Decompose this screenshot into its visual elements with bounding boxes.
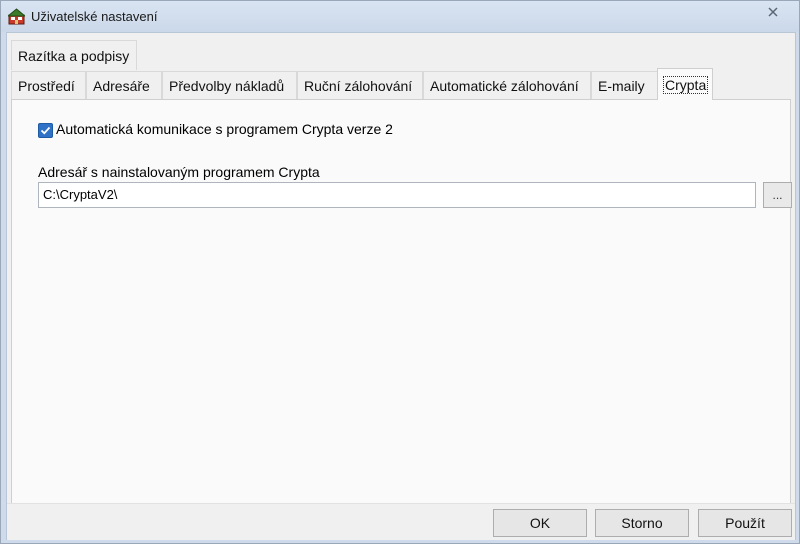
- dialog-client-area: Razítka a podpisy Prostředí Adresáře Pře…: [6, 32, 796, 540]
- browse-button[interactable]: ...: [763, 182, 792, 208]
- cancel-button[interactable]: Storno: [595, 509, 689, 537]
- tab-e-maily[interactable]: E-maily: [591, 71, 658, 99]
- dialog-window: Uživatelské nastavení Razítka a podpisy …: [0, 0, 800, 544]
- tab-label: Prostředí: [18, 78, 75, 94]
- tab-label: Automatické zálohování: [430, 78, 579, 94]
- tab-predvolby-nakladu[interactable]: Předvolby nákladů: [162, 71, 297, 99]
- button-bar: OK Storno Použít: [7, 503, 795, 540]
- checkmark-icon: [40, 126, 51, 135]
- tab-label: Ruční zálohování: [304, 78, 413, 94]
- tab-label: Crypta: [662, 76, 709, 94]
- crypta-auto-checkbox[interactable]: [38, 123, 53, 138]
- tab-label: Adresáře: [93, 78, 150, 94]
- tab-label: Razítka a podpisy: [18, 48, 130, 64]
- crypta-auto-checkbox-label[interactable]: Automatická komunikace s programem Crypt…: [56, 121, 393, 137]
- close-icon: [768, 7, 778, 17]
- app-house-icon: [8, 8, 25, 25]
- tab-label: Předvolby nákladů: [169, 78, 285, 94]
- tab-panel-crypta: Automatická komunikace s programem Crypt…: [11, 99, 792, 505]
- close-button[interactable]: [751, 2, 795, 22]
- ok-button[interactable]: OK: [493, 509, 587, 537]
- tab-rucni-zalohovani[interactable]: Ruční zálohování: [297, 71, 423, 99]
- tab-razitka-a-podpisy[interactable]: Razítka a podpisy: [11, 40, 137, 70]
- tab-crypta[interactable]: Crypta: [657, 68, 713, 100]
- window-title: Uživatelské nastavení: [31, 9, 158, 24]
- tab-automaticke-zalohovani[interactable]: Automatické zálohování: [423, 71, 591, 99]
- tab-prostredi[interactable]: Prostředí: [11, 71, 86, 99]
- tab-adresare[interactable]: Adresáře: [86, 71, 162, 99]
- apply-button[interactable]: Použít: [698, 509, 792, 537]
- tab-label: E-maily: [598, 78, 645, 94]
- title-bar[interactable]: Uživatelské nastavení: [1, 1, 799, 32]
- crypta-path-input[interactable]: C:\CryptaV2\: [38, 182, 756, 208]
- crypta-path-label: Adresář s nainstalovaným programem Crypt…: [38, 164, 320, 180]
